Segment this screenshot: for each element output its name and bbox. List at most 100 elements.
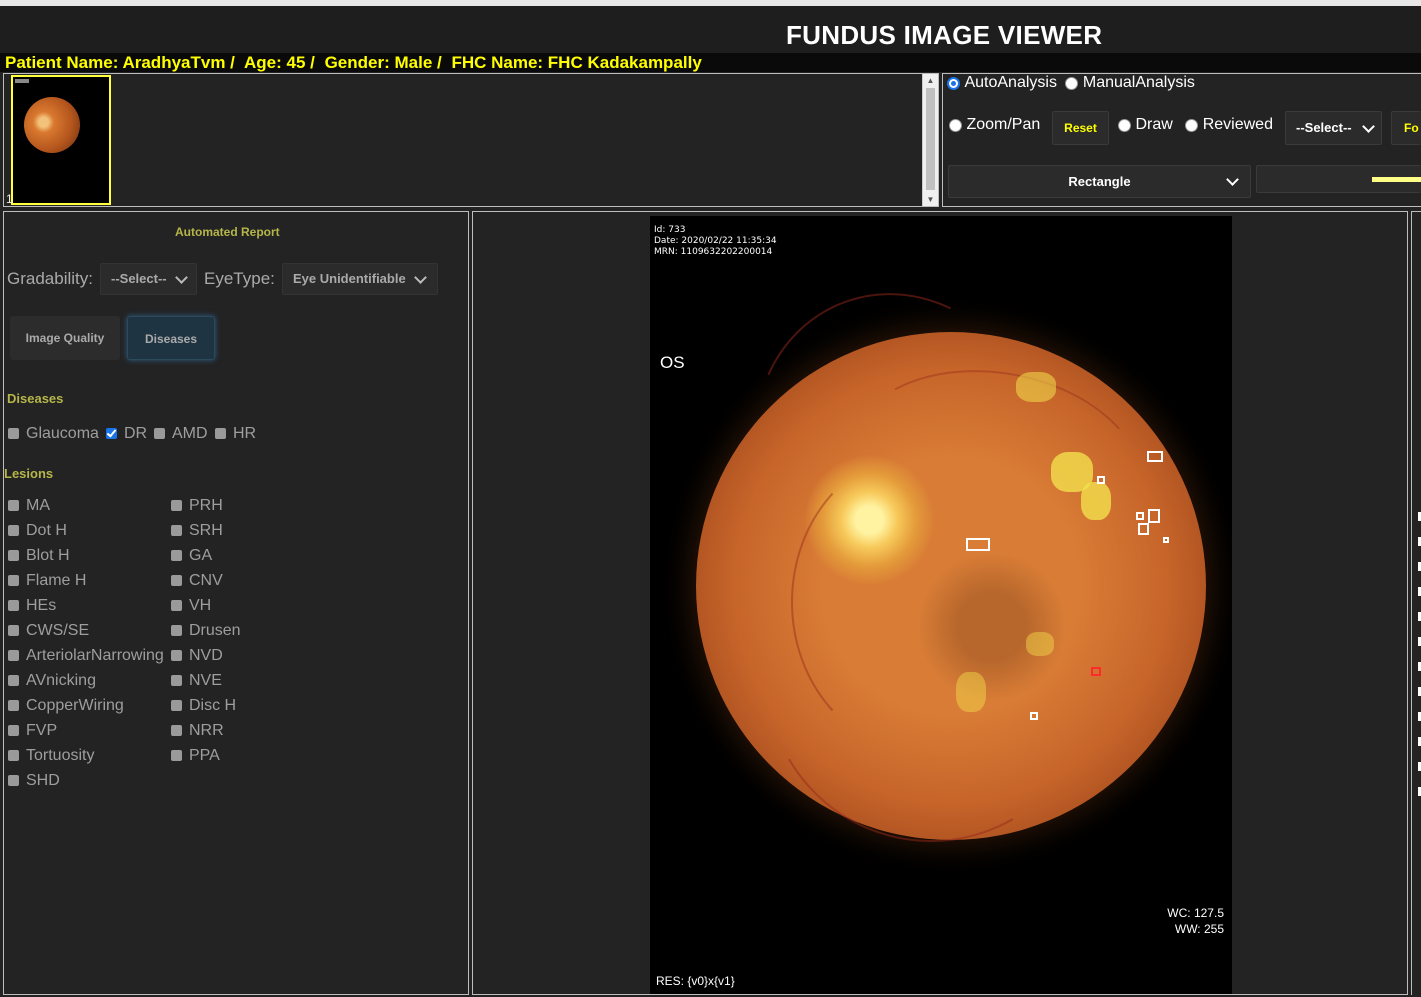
checkbox-icon[interactable] [171, 750, 182, 762]
checkbox-icon[interactable] [8, 700, 19, 712]
roi-box[interactable] [1163, 537, 1169, 543]
lesion-nvd[interactable]: NVD [171, 647, 223, 665]
lesion-label: PRH [189, 497, 223, 514]
fundus-retina-image[interactable] [696, 253, 1206, 880]
window-level-readout: WC: 127.5 WW: 255 [1167, 905, 1224, 937]
lesion-nve[interactable]: NVE [171, 672, 222, 690]
lesion-cws-se[interactable]: CWS/SE [8, 622, 89, 640]
lesion-avnicking[interactable]: AVnicking [8, 672, 96, 690]
checkbox-icon[interactable] [8, 525, 19, 537]
lesion-ma[interactable]: MA [8, 497, 50, 515]
disease-hr[interactable]: HR [215, 425, 256, 443]
lesion-hes[interactable]: HEs [8, 597, 56, 615]
thumbnail-index: 1 [6, 192, 13, 206]
lesion-ga[interactable]: GA [171, 547, 212, 565]
lesion-drusen[interactable]: Drusen [171, 622, 241, 640]
lesion-tortuosity[interactable]: Tortuosity [8, 747, 94, 765]
scrollbar-thumb[interactable] [926, 88, 935, 190]
scroll-down-icon[interactable]: ▼ [923, 193, 938, 206]
checkbox-icon[interactable] [171, 525, 182, 537]
checkbox-icon[interactable] [8, 675, 19, 687]
shape-select[interactable]: Rectangle [948, 165, 1251, 198]
checkbox-icon[interactable] [8, 775, 19, 787]
lesion-vh[interactable]: VH [171, 597, 211, 615]
roi-box[interactable] [1030, 712, 1038, 720]
resolution-readout: RES: {v0}x{v1} [656, 974, 735, 988]
zoom-pan-radio[interactable] [949, 118, 962, 132]
reset-button[interactable]: Reset [1052, 111, 1109, 145]
checkbox-icon[interactable] [8, 550, 19, 562]
checkbox-icon[interactable] [171, 650, 182, 662]
draw-radio[interactable] [1118, 118, 1131, 132]
lesion-disc-h[interactable]: Disc H [171, 697, 236, 715]
checkbox-icon[interactable] [171, 500, 182, 512]
tab-diseases[interactable]: Diseases [127, 316, 215, 360]
disease-label: DR [124, 425, 148, 442]
roi-box[interactable] [966, 538, 990, 551]
roi-box-selected[interactable] [1091, 667, 1101, 676]
checkbox-icon[interactable] [171, 600, 182, 612]
roi-box[interactable] [1147, 451, 1163, 462]
draw-label[interactable]: Draw [1135, 116, 1172, 133]
gradability-select[interactable]: --Select-- [100, 263, 197, 295]
review-select[interactable]: --Select-- [1285, 111, 1382, 145]
lesion-blot-h[interactable]: Blot H [8, 547, 70, 565]
checkbox-checked-icon[interactable] [106, 428, 117, 440]
checkbox-icon[interactable] [215, 428, 226, 440]
lesion-fvp[interactable]: FVP [8, 722, 57, 740]
manualanalysis-radio[interactable] [1065, 76, 1079, 90]
lesion-prh[interactable]: PRH [171, 497, 223, 515]
lesion-arteriolar-narrowing[interactable]: ArteriolarNarrowing [8, 647, 164, 665]
checkbox-icon[interactable] [8, 600, 19, 612]
checkbox-icon[interactable] [8, 428, 19, 440]
checkbox-icon[interactable] [171, 625, 182, 637]
roi-box[interactable] [1136, 512, 1144, 520]
lesion-dot-h[interactable]: Dot H [8, 522, 67, 540]
checkbox-icon[interactable] [8, 500, 19, 512]
tab-image-quality[interactable]: Image Quality [10, 316, 120, 360]
checkbox-icon[interactable] [8, 575, 19, 587]
thumbnail-scrollbar[interactable]: ▲ ▼ [922, 74, 938, 206]
checkbox-icon[interactable] [171, 675, 182, 687]
disease-glaucoma[interactable]: Glaucoma [8, 425, 99, 443]
disease-dr[interactable]: DR [106, 425, 147, 443]
zoom-pan-label[interactable]: Zoom/Pan [966, 116, 1040, 133]
checkbox-icon[interactable] [154, 428, 165, 440]
roi-box[interactable] [1148, 509, 1160, 523]
cut-off-button[interactable]: Fo [1391, 111, 1421, 145]
scroll-up-icon[interactable]: ▲ [923, 74, 938, 87]
lesion-flame-h[interactable]: Flame H [8, 572, 86, 590]
checkbox-icon[interactable] [8, 650, 19, 662]
checkbox-icon[interactable] [171, 550, 182, 562]
lesion-ppa[interactable]: PPA [171, 747, 220, 765]
thumbnail-fundus-image[interactable] [11, 75, 111, 205]
autoanalysis-radio[interactable] [947, 76, 960, 90]
autoanalysis-label[interactable]: AutoAnalysis [964, 74, 1057, 91]
chevron-down-icon [175, 271, 188, 284]
checkbox-icon[interactable] [8, 725, 19, 737]
checkbox-icon[interactable] [171, 575, 182, 587]
lesion-copperwiring[interactable]: CopperWiring [8, 697, 124, 715]
checkbox-icon[interactable] [8, 750, 19, 762]
manualanalysis-label[interactable]: ManualAnalysis [1083, 74, 1195, 91]
checkbox-icon[interactable] [8, 625, 19, 637]
chevron-down-icon [1362, 120, 1375, 133]
lesions-section-title: Lesions [4, 466, 54, 481]
roi-box[interactable] [1138, 523, 1149, 535]
fundus-image-canvas[interactable]: Id: 733 Date: 2020/02/22 11:35:34 MRN: 1… [650, 216, 1232, 994]
image-metadata: Id: 733 Date: 2020/02/22 11:35:34 MRN: 1… [654, 225, 777, 258]
disease-label: Glaucoma [26, 425, 99, 442]
checkbox-icon[interactable] [171, 725, 182, 737]
lesion-label: NVD [189, 647, 223, 664]
roi-box[interactable] [1097, 476, 1105, 484]
lesion-shd[interactable]: SHD [8, 772, 60, 790]
lesion-cnv[interactable]: CNV [171, 572, 223, 590]
eyetype-select[interactable]: Eye Unidentifiable [282, 263, 438, 295]
reviewed-radio[interactable] [1185, 118, 1199, 132]
chevron-down-icon [1226, 173, 1239, 186]
lesion-nrr[interactable]: NRR [171, 722, 224, 740]
reviewed-label[interactable]: Reviewed [1203, 116, 1273, 133]
checkbox-icon[interactable] [171, 700, 182, 712]
lesion-srh[interactable]: SRH [171, 522, 223, 540]
disease-amd[interactable]: AMD [154, 425, 208, 443]
